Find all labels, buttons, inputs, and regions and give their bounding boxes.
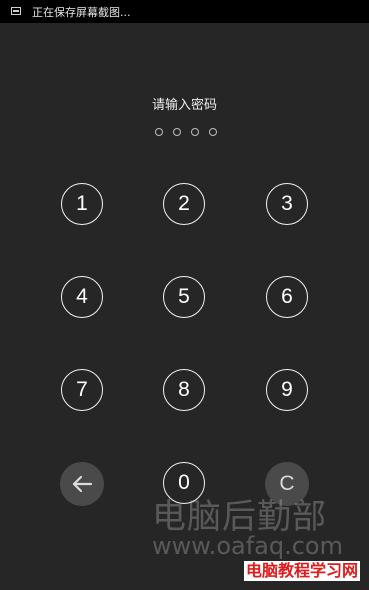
watermark-url: www.oafaq.com — [152, 532, 343, 560]
key-3[interactable]: 3 — [266, 183, 308, 225]
key-6[interactable]: 6 — [266, 276, 308, 318]
password-prompt: 请输入密码 — [151, 98, 217, 113]
pin-dot — [173, 128, 181, 136]
status-bar: 正在保存屏幕截图... — [0, 0, 369, 23]
pin-indicator — [155, 128, 217, 136]
arrow-left-icon — [71, 475, 93, 493]
key-2[interactable]: 2 — [163, 183, 205, 225]
watermark-text: 电脑后勤部 — [152, 497, 327, 537]
key-7[interactable]: 7 — [61, 369, 103, 411]
pin-dot — [155, 128, 163, 136]
status-text: 正在保存屏幕截图... — [32, 6, 131, 19]
pin-dot — [209, 128, 217, 136]
key-9[interactable]: 9 — [266, 369, 308, 411]
pin-dot — [191, 128, 199, 136]
key-8[interactable]: 8 — [163, 369, 205, 411]
key-1[interactable]: 1 — [61, 183, 103, 225]
key-5[interactable]: 5 — [163, 276, 205, 318]
key-4[interactable]: 4 — [61, 276, 103, 318]
watermark-site-label: 电脑教程学习网 — [244, 561, 361, 581]
screenshot-icon — [11, 7, 21, 15]
back-button[interactable] — [60, 462, 104, 506]
